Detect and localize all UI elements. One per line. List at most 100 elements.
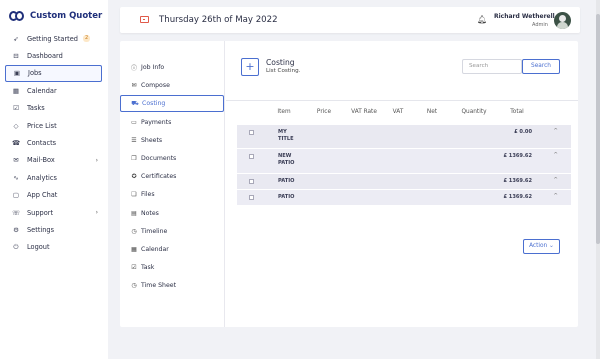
subnav-item-time-sheet[interactable]: ◷ Time Sheet [120, 277, 224, 294]
search-button[interactable]: Search [522, 59, 560, 74]
row-item: MY TITLE [278, 129, 294, 142]
nav-item-analytics[interactable]: ∿ Analytics [5, 169, 102, 186]
column-header: Quantity [461, 109, 487, 115]
envelope-icon: ✉ [131, 82, 137, 89]
subnav-item-sheets[interactable]: ☰ Sheets [120, 132, 224, 149]
section-subtitle: List Costing. [266, 68, 301, 74]
subnav-item-notes[interactable]: ▤ Notes [120, 205, 224, 222]
page-scrollbar[interactable] [596, 0, 600, 359]
analytics-icon: ∿ [13, 173, 19, 182]
nav-item-getting-started[interactable]: ➶ Getting Started 2 [5, 30, 102, 47]
row-item: PATIO [278, 194, 295, 200]
clock-icon: ◷ [131, 282, 137, 289]
table-row[interactable]: MY TITLE £ 0.00 ^ [237, 125, 571, 148]
scrollbar-thumb[interactable] [596, 14, 600, 244]
row-checkbox[interactable] [249, 179, 254, 184]
nav-item-label: Calendar [27, 86, 57, 95]
app-sidebar: Custom Quoter ➶ Getting Started 2 ⊟ Dashboar… [0, 0, 108, 359]
subnav-item-label: Job Info [141, 64, 165, 71]
checkbox-icon: ☑ [13, 104, 19, 113]
chevron-up-icon[interactable]: ^ [553, 177, 558, 183]
nav-item-mail-box[interactable]: ✉ Mail-Box › [5, 152, 102, 169]
nav-item-price-list[interactable]: ◇ Price List [5, 117, 102, 134]
chevron-right-icon: › [95, 156, 98, 164]
subnav-item-documents[interactable]: ❐ Documents [120, 150, 224, 167]
nav-item-dashboard[interactable]: ⊟ Dashboard [5, 47, 102, 64]
briefcase-icon: ▣ [13, 69, 21, 78]
row-checkbox[interactable] [249, 130, 254, 135]
cart-icon: ⛟ [131, 99, 139, 107]
table-row[interactable]: NEW PATIO £ 1369.62 ^ [237, 149, 571, 173]
nav-item-label: App Chat [27, 191, 58, 200]
column-header: Price [316, 109, 332, 115]
column-header: Net [426, 109, 438, 115]
nav-item-label: Contacts [27, 139, 57, 148]
subnav-item-costing[interactable]: ⛟ Costing [120, 95, 224, 112]
bell-icon[interactable]: 🔔︎ [477, 15, 487, 24]
subnav-item-label: Payments [141, 119, 172, 126]
calendar-icon: ▦ [12, 86, 20, 95]
column-header: VAT Rate [351, 109, 377, 115]
main-nav: ➶ Getting Started 2 ⊟ Dashboard ▣ Jobs ▦ Calenda… [5, 30, 102, 256]
subnav-item-label: Documents [141, 155, 177, 162]
info-icon: ⓘ [130, 65, 137, 72]
job-subnav: ⓘ Job Info ✉ Compose ⛟ Costing ▭ Payments ☰ Sheet… [120, 41, 225, 327]
subnav-item-payments[interactable]: ▭ Payments [120, 114, 224, 131]
subnav-item-job-info[interactable]: ⓘ Job Info [120, 59, 224, 76]
nav-item-tasks[interactable]: ☑ Tasks [5, 100, 102, 117]
contacts-icon: ☎ [11, 139, 21, 148]
subnav-item-timeline[interactable]: ◷ Timeline [120, 223, 224, 240]
subnav-item-task[interactable]: ☑ Task [120, 259, 224, 276]
row-checkbox[interactable] [249, 154, 254, 159]
subnav-item-label: Sheets [141, 137, 163, 144]
nav-item-logout[interactable]: ⏻ Logout [5, 239, 102, 256]
column-header: Item [277, 109, 291, 115]
nav-item-support[interactable]: ☏ Support › [5, 204, 102, 221]
subnav-item-files[interactable]: ❏ Files [120, 186, 224, 203]
row-total: £ 0.00 [514, 129, 532, 135]
divider [226, 100, 578, 101]
nav-item-contacts[interactable]: ☎ Contacts [5, 134, 102, 151]
avatar[interactable] [554, 12, 571, 29]
nav-item-app-chat[interactable]: ▢ App Chat [5, 187, 102, 204]
nav-item-settings[interactable]: ⚙ Settings [5, 221, 102, 238]
table-row[interactable]: PATIO £ 1369.62 ^ [237, 174, 571, 189]
nav-item-calendar[interactable]: ▦ Calendar [5, 82, 102, 99]
search-input[interactable]: Search [462, 59, 522, 74]
nav-item-jobs[interactable]: ▣ Jobs [5, 64, 102, 83]
row-checkbox[interactable] [249, 195, 254, 200]
chevron-up-icon[interactable]: ^ [553, 128, 558, 134]
logout-icon: ⏻ [13, 242, 19, 251]
notes-icon: ▤ [131, 210, 137, 217]
costing-section: + Costing List Costing. Search Search It… [226, 41, 578, 327]
chevron-up-icon[interactable]: ^ [553, 152, 558, 158]
calendar-icon [140, 16, 149, 23]
subnav-item-label: Compose [141, 82, 170, 89]
row-total: £ 1369.62 [503, 153, 532, 159]
calendar-icon: ▦ [131, 246, 137, 253]
nav-item-label: Getting Started [27, 34, 78, 43]
subnav-item-calendar[interactable]: ▦ Calendar [120, 241, 224, 258]
subnav-item-compose[interactable]: ✉ Compose [120, 77, 224, 94]
add-costing-button[interactable]: + [241, 58, 259, 76]
nav-item-label: Tasks [27, 104, 45, 113]
action-button[interactable]: Action ⌄ [523, 239, 560, 254]
subnav-item-certificates[interactable]: ✪ Certificates [120, 168, 224, 185]
user-name[interactable]: Richard Wetherell [494, 13, 555, 20]
mail-icon: ✉ [13, 156, 19, 165]
nav-item-label: Mail-Box [27, 156, 55, 165]
chevron-up-icon[interactable]: ^ [553, 193, 558, 199]
subnav-item-label: Costing [142, 100, 166, 107]
brand[interactable]: Custom Quoter [9, 9, 102, 23]
rocket-icon: ➶ [13, 34, 19, 43]
tag-icon: ◇ [13, 121, 19, 130]
checkbox-icon: ☑ [131, 264, 137, 271]
user-role: Admin [532, 22, 548, 28]
chat-icon: ▢ [12, 191, 20, 200]
subnav-item-label: Time Sheet [141, 282, 176, 289]
subnav-item-label: Calendar [141, 246, 169, 253]
nav-item-label: Dashboard [27, 52, 63, 61]
table-row[interactable]: PATIO £ 1369.62 ^ [237, 190, 571, 205]
documents-icon: ❐ [131, 155, 137, 162]
row-item: PATIO [278, 178, 295, 184]
